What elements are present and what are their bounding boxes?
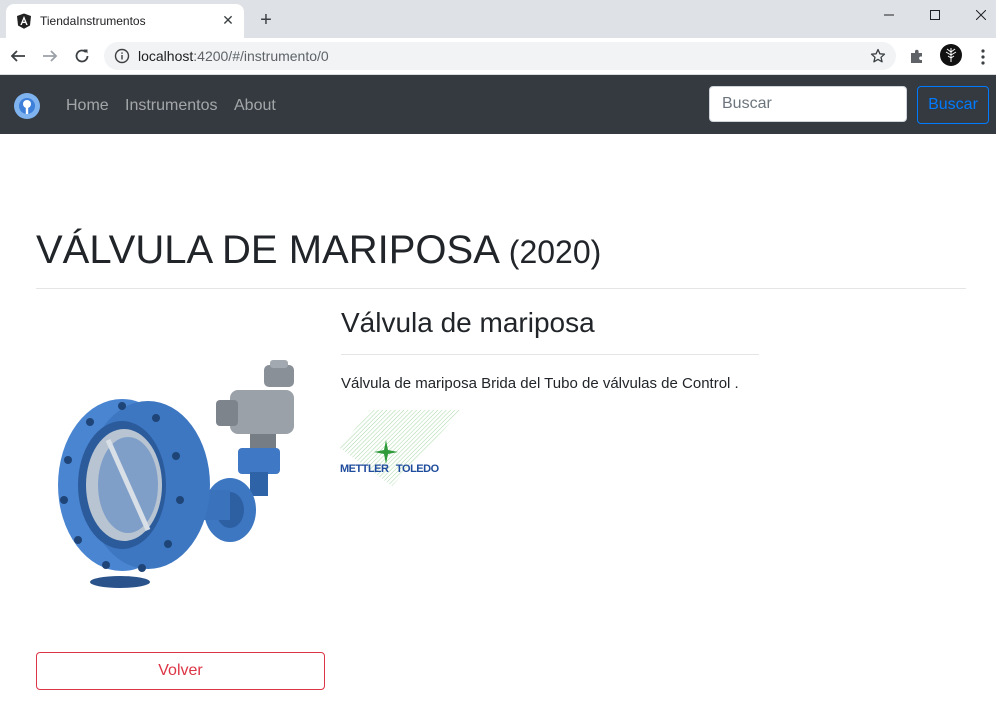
bookmark-star-icon[interactable] [870,48,886,64]
minimize-icon[interactable] [866,0,912,30]
product-image [58,360,294,588]
browser-tab[interactable]: TiendaInstrumentos ✕ [6,4,244,38]
svg-text:METTLER: METTLER [340,463,389,475]
nav-link-instrumentos[interactable]: Instrumentos [125,96,217,116]
search-button[interactable]: Buscar [917,86,989,124]
angular-icon [17,13,31,29]
brand-logo-icon[interactable] [13,92,41,120]
svg-text:TOLEDO: TOLEDO [396,463,440,475]
nav-link-home[interactable]: Home [66,96,109,116]
new-tab-icon[interactable]: + [256,10,276,30]
browser-tabstrip: TiendaInstrumentos ✕ + [0,0,996,38]
extensions-puzzle-icon[interactable] [908,48,926,66]
product-subtitle: Válvula de mariposa [341,307,595,338]
profile-avatar[interactable] [940,44,962,66]
window-close-icon[interactable] [958,0,996,30]
maximize-icon[interactable] [912,0,958,30]
close-icon[interactable]: ✕ [220,12,236,28]
reload-icon[interactable] [70,44,94,68]
page-title: VÁLVULA DE MARIPOSA (2020) [36,226,601,276]
back-arrow-icon[interactable] [6,44,30,68]
more-menu-icon[interactable] [978,48,988,66]
app-navbar: Home Instrumentos About Buscar [0,75,996,134]
product-name: VÁLVULA DE MARIPOSA [36,228,498,272]
address-bar[interactable]: localhost:4200/#/instrumento/0 [104,42,896,70]
tab-title: TiendaInstrumentos [40,14,146,28]
back-button[interactable]: Volver [36,652,325,690]
product-year: (2020) [508,234,602,270]
product-description: Válvula de mariposa Brida del Tubo de vá… [341,375,739,392]
url-text: localhost:4200/#/instrumento/0 [138,48,329,64]
divider [341,354,759,355]
search-input[interactable] [709,86,907,122]
mettler-toledo-logo: METTLER TOLEDO [340,410,462,486]
divider [36,288,966,289]
browser-toolbar: localhost:4200/#/instrumento/0 [0,38,996,75]
info-icon[interactable] [114,48,130,64]
nav-link-about[interactable]: About [234,96,276,116]
forward-arrow-icon[interactable] [38,44,62,68]
